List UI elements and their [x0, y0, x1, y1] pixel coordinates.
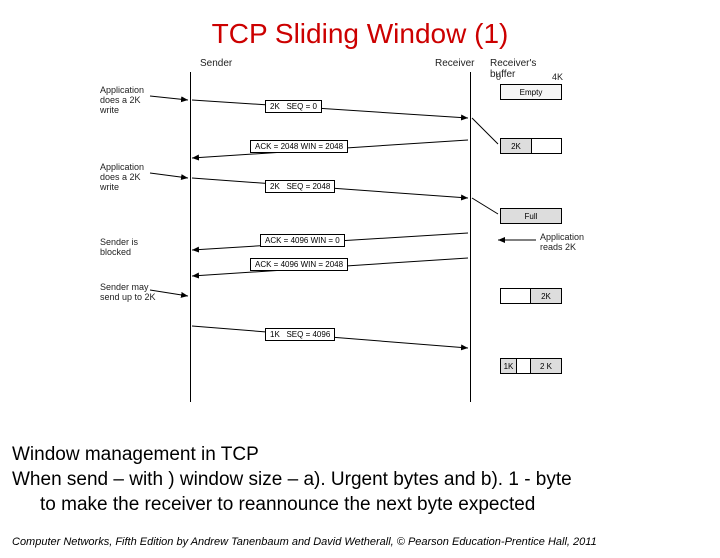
msg6-seq4096: 1K SEQ = 4096	[265, 328, 335, 341]
msg5-win2048: ACK = 4096 WIN = 2048	[250, 258, 348, 271]
label-sender-blocked: Sender is blocked	[100, 238, 138, 258]
msg6-size: 1K	[270, 330, 280, 339]
msg4-win0: ACK = 4096 WIN = 0	[260, 234, 345, 247]
buffer-final: 1K 2 K	[500, 358, 562, 374]
buffer-2k-remaining: 2K	[530, 289, 561, 303]
body-line-2: When send – with ) window size – a). Urg…	[12, 468, 572, 492]
buffer-2k-fill: 2K	[501, 139, 532, 153]
msg3-seq: SEQ = 2048	[286, 182, 330, 191]
footer-citation: Computer Networks, Fifth Edition by Andr…	[12, 536, 597, 548]
label-app-reads: Application reads 2K	[540, 233, 584, 253]
buffer-2k-right: 2 K	[530, 359, 561, 373]
buffer-empty: Empty	[500, 84, 562, 100]
buffer-after-read: 2K	[500, 288, 562, 304]
sender-timeline	[190, 72, 191, 402]
msg3-seq2048: 2K SEQ = 2048	[265, 180, 335, 193]
msg1-seq0: 2K SEQ = 0	[265, 100, 322, 113]
msg2-ack2048: ACK = 2048 WIN = 2048	[250, 140, 348, 153]
body-line-3: to make the receiver to reannounce the n…	[12, 493, 535, 517]
buffer-2k-row: 2K	[500, 138, 562, 154]
label-receiver: Receiver	[435, 58, 474, 69]
diagram-area: Sender Receiver Receiver's buffer Applic…	[100, 58, 620, 418]
msg1-size: 2K	[270, 102, 280, 111]
buf-mark-0: 0	[496, 73, 501, 83]
footer-rest: , Fifth Edition by Andrew Tanenbaum and …	[109, 536, 597, 548]
label-app-write-2: Application does a 2K write	[100, 163, 144, 193]
msg1-seq: SEQ = 0	[286, 102, 316, 111]
label-sender: Sender	[200, 58, 232, 69]
slide-title: TCP Sliding Window (1)	[0, 18, 720, 50]
msg6-seq: SEQ = 4096	[286, 330, 330, 339]
footer-book: Computer Networks	[12, 536, 109, 548]
label-app-write-1: Application does a 2K write	[100, 86, 144, 116]
buf-mark-4k: 4K	[552, 73, 563, 83]
msg3-size: 2K	[270, 182, 280, 191]
receiver-timeline	[470, 72, 471, 402]
body-line-1: Window management in TCP	[12, 443, 259, 467]
buffer-full: Full	[500, 208, 562, 224]
buffer-1k: 1K	[501, 359, 517, 373]
label-may-send: Sender may send up to 2K	[100, 283, 156, 303]
